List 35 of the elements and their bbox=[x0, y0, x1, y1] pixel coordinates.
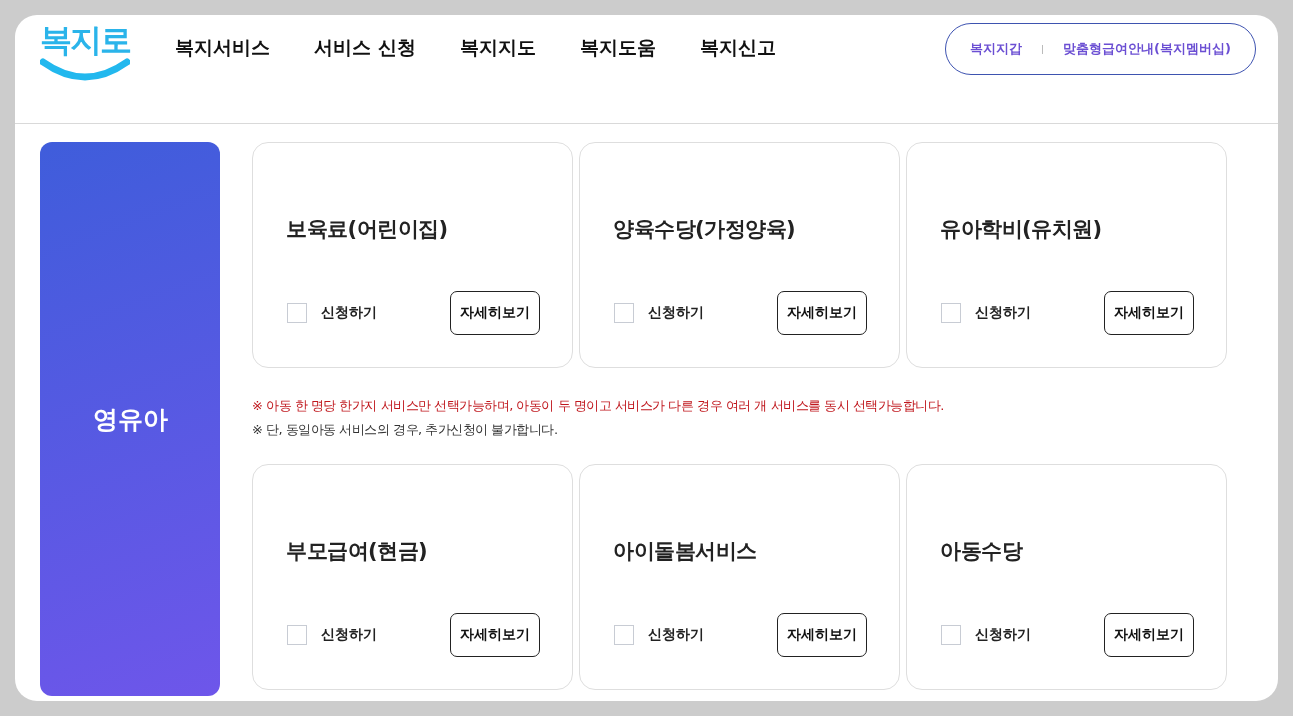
apply-label: 신청하기 bbox=[648, 626, 704, 644]
apply-checkbox[interactable] bbox=[941, 303, 961, 323]
detail-button[interactable]: 자세히보기 bbox=[1104, 613, 1194, 657]
nav-item[interactable]: 복지서비스 bbox=[175, 35, 270, 61]
detail-button[interactable]: 자세히보기 bbox=[777, 613, 867, 657]
detail-button[interactable]: 자세히보기 bbox=[777, 291, 867, 335]
apply-checkbox[interactable] bbox=[614, 303, 634, 323]
notice-text: ※ 아동 한 명당 한가지 서비스만 선택가능하며, 아동이 두 명이고 서비스가 다른 경우 여러 개 서비스를 동시 선택가능합니다. bbox=[252, 397, 945, 415]
nav-item[interactable]: 서비스 신청 bbox=[314, 35, 416, 61]
apply-label: 신청하기 bbox=[975, 626, 1031, 644]
apply-label: 신청하기 bbox=[321, 626, 377, 644]
service-title: 부모급여(현금) bbox=[286, 538, 429, 565]
service-title: 보육료(어린이집) bbox=[286, 216, 449, 243]
notice-text: ※ 단, 동일아동 서비스의 경우, 추가신청이 불가합니다. bbox=[252, 421, 559, 439]
quick-link[interactable]: 복지지갑 bbox=[970, 40, 1023, 58]
apply-label: 신청하기 bbox=[975, 304, 1031, 322]
apply-checkbox[interactable] bbox=[941, 625, 961, 645]
apply-checkbox[interactable] bbox=[287, 625, 307, 645]
detail-button[interactable]: 자세히보기 bbox=[450, 613, 540, 657]
service-title: 아이돌봄서비스 bbox=[613, 538, 758, 565]
detail-button[interactable]: 자세히보기 bbox=[1104, 291, 1194, 335]
service-title: 양육수당(가정양육) bbox=[613, 216, 797, 243]
detail-button[interactable]: 자세히보기 bbox=[450, 291, 540, 335]
nav-item[interactable]: 복지신고 bbox=[699, 35, 776, 61]
smile-icon bbox=[40, 58, 130, 83]
nav-item[interactable]: 복지지도 bbox=[459, 35, 536, 61]
apply-checkbox[interactable] bbox=[287, 303, 307, 323]
apply-checkbox[interactable] bbox=[614, 625, 634, 645]
apply-label: 신청하기 bbox=[321, 304, 377, 322]
service-title: 아동수당 bbox=[940, 538, 1024, 565]
apply-label: 신청하기 bbox=[648, 304, 704, 322]
service-title: 유아학비(유치원) bbox=[940, 216, 1103, 243]
category-label: 영유아 bbox=[92, 403, 168, 436]
quick-link[interactable]: 맞춤형급여안내(복지멤버십) bbox=[1063, 40, 1231, 58]
nav-item[interactable]: 복지도움 bbox=[579, 35, 656, 61]
